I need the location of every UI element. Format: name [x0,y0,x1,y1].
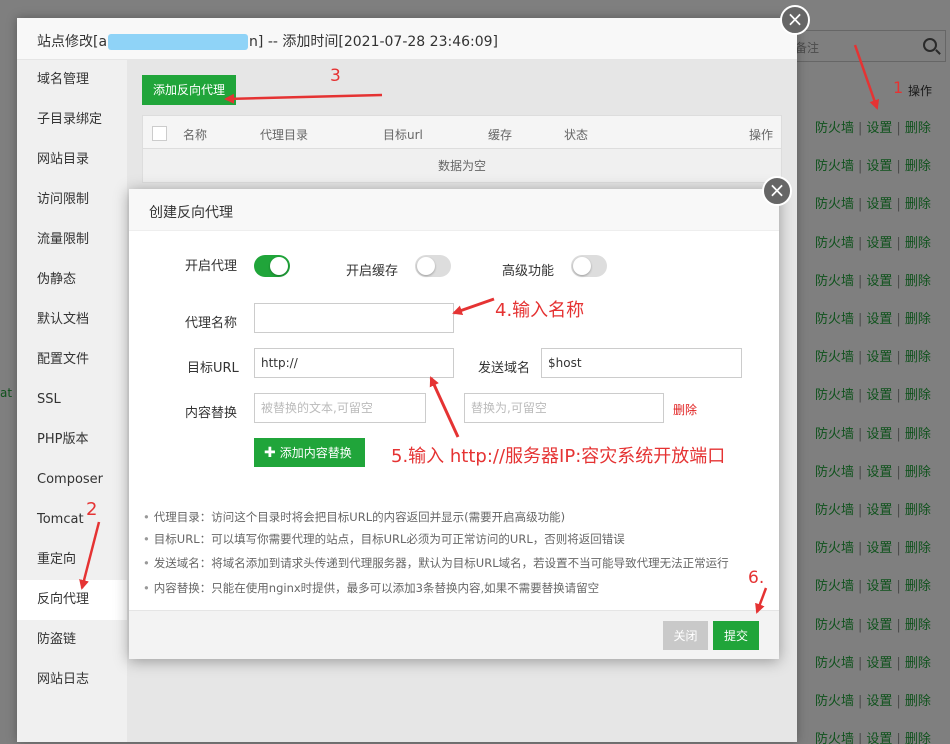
sidebar-item[interactable]: 重定向 [17,540,127,580]
advanced-toggle[interactable] [571,255,607,277]
modal-footer: 关闭 提交 [129,610,779,659]
modal-title: 创建反向代理 [129,189,779,231]
sidebar-item[interactable]: PHP版本 [17,420,127,460]
site-title-prefix: 站点修改[a [37,34,108,50]
col-name: 名称 [183,128,208,142]
target-url-label: 目标URL [187,361,239,376]
col-cache: 缓存 [488,128,513,142]
annotation-step-2: 2 [86,499,98,520]
enable-cache-toggle[interactable] [415,255,451,277]
enable-proxy-toggle[interactable] [254,255,290,277]
sidebar-item[interactable]: SSL [17,380,127,420]
send-domain-input[interactable] [541,348,742,378]
advanced-label: 高级功能 [502,264,555,279]
tip-proxy-dir: 代理目录：访问这个目录时将会把目标URL的内容返回并显示(需要开启高级功能) [143,509,565,525]
toggle-knob [573,257,591,275]
tip-target-url: 目标URL：可以填写你需要代理的站点，目标URL必须为可正常访问的URL，否则将… [143,531,625,547]
sidebar-item[interactable]: Composer [17,460,127,500]
annotation-step-3: 3 [330,66,341,86]
sidebar-item[interactable]: 网站日志 [17,660,127,700]
delete-replace-link[interactable]: 删除 [673,401,697,418]
proxy-table-empty: 数据为空 [142,149,782,183]
proxy-table: 名称 代理目录 目标url 缓存 状态 操作 数据为空 [142,115,782,183]
col-actions: 操作 [749,128,774,142]
create-proxy-modal: 创建反向代理 × 开启代理 开启缓存 高级功能 代理名称 目标URL 发送域名 … [129,176,792,659]
enable-proxy-label: 开启代理 [185,259,238,274]
replace-from-input[interactable] [254,393,426,423]
sidebar-item[interactable]: 反向代理 [17,580,127,620]
replace-to-input[interactable] [464,393,664,423]
sidebar-item[interactable]: Tomcat [17,500,127,540]
select-all-checkbox[interactable] [152,126,167,141]
sidebar-item[interactable]: 访问限制 [17,180,127,220]
target-url-input[interactable] [254,348,454,378]
sidebar-item[interactable]: 流量限制 [17,220,127,260]
toggle-knob [270,257,288,275]
annotation-step-6: 6. [748,568,765,588]
proxy-table-header: 名称 代理目录 目标url 缓存 状态 操作 [142,115,782,149]
sidebar-item[interactable]: 防盗链 [17,620,127,660]
sidebar-item[interactable]: 域名管理 [17,60,127,100]
tip-send-domain: 发送域名：将域名添加到请求头传递到代理服务器，默认为目标URL域名，若设置不当可… [143,555,729,571]
content-replace-label: 内容替换 [185,406,238,421]
sidebar-item[interactable]: 网站目录 [17,140,127,180]
submit-button[interactable]: 提交 [713,621,759,650]
sidebar-item[interactable]: 伪静态 [17,260,127,300]
site-title-suffix: n] -- 添加时间[2021-07-28 23:46:09] [249,34,498,50]
close-button[interactable]: 关闭 [663,621,708,650]
annotation-step-4: 4.输入名称 [495,300,585,321]
site-sidebar: 域名管理 子目录绑定 网站目录 访问限制 流量限制 伪静态 默认文档 配置文件 SSL PHP版本… [17,60,127,742]
add-replace-label: 添加内容替换 [279,446,352,460]
redacted-domain [108,34,249,50]
sidebar-item[interactable]: 默认文档 [17,300,127,340]
col-proxy-dir: 代理目录 [260,128,309,142]
tip-content-replace: 内容替换：只能在使用nginx时提供，最多可以添加3条替换内容,如果不需要替换请… [143,580,599,596]
annotation-step-1: 1 [893,78,904,97]
add-reverse-proxy-button[interactable]: 添加反向代理 [142,75,237,105]
col-target-url: 目标url [383,128,423,142]
site-panel-title: 站点修改[a n] -- 添加时间[2021-07-28 23:46:09] [17,18,797,60]
enable-cache-label: 开启缓存 [346,264,399,279]
modal-close-icon[interactable]: × [762,176,792,206]
col-status: 状态 [564,128,589,142]
sidebar-item[interactable]: 配置文件 [17,340,127,380]
proxy-name-input[interactable] [254,303,454,333]
toggle-knob [417,257,435,275]
plus-icon: ✚ [264,445,276,461]
proxy-name-label: 代理名称 [185,316,238,331]
annotation-step-5: 5.输入 http://服务器IP:容灾系统开放端口 [391,446,726,467]
site-panel-close-icon[interactable]: × [780,5,810,35]
add-content-replace-button[interactable]: ✚ 添加内容替换 [254,438,365,467]
sidebar-item[interactable]: 子目录绑定 [17,100,127,140]
send-domain-label: 发送域名 [478,361,531,376]
